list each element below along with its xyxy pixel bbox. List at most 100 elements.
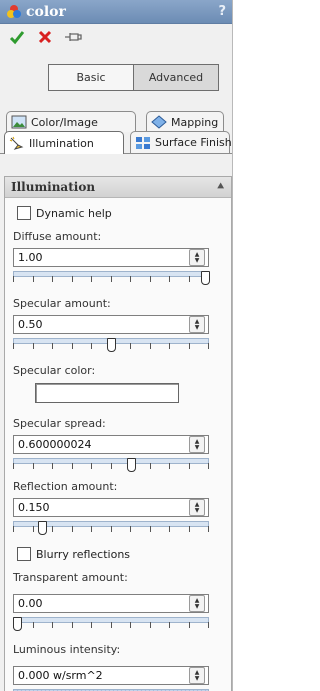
slider-tick (13, 276, 14, 282)
slider-tick (111, 276, 112, 282)
diffuse-slider[interactable] (13, 269, 210, 287)
tab-illumination-label: Illumination (29, 136, 94, 150)
basic-button[interactable]: Basic (48, 64, 134, 91)
slider-tick (130, 622, 131, 628)
appearance-icon (7, 4, 21, 18)
transparent-slider[interactable] (13, 615, 209, 633)
advanced-button[interactable]: Advanced (134, 64, 219, 91)
illumination-section: Illumination ⯅ Dynamic help Diffuse amou… (4, 176, 232, 691)
blurry-label: Blurry reflections (36, 547, 131, 561)
slider-tick (13, 526, 14, 532)
spin-arrows-icon[interactable]: ▲ ▼ (189, 249, 205, 266)
x-icon[interactable] (36, 28, 54, 46)
slider-tick (111, 622, 112, 628)
slider-thumb[interactable] (127, 458, 136, 472)
slider-tick (169, 343, 170, 349)
slider-ticks (13, 276, 209, 282)
section-body: Dynamic help Diffuse amount: 1.00 ▲ ▼ Spe… (5, 202, 231, 691)
collapse-icon[interactable]: ⯅ (216, 180, 225, 194)
slider-tick (52, 463, 53, 469)
specular-slider[interactable] (13, 336, 209, 354)
dynamic-help-checkbox[interactable] (17, 206, 31, 220)
diffuse-value: 1.00 (18, 251, 43, 264)
tab-surface-finish[interactable]: Surface Finish (130, 131, 232, 153)
slider-tick (13, 343, 14, 349)
spin-arrows-icon[interactable]: ▲ ▼ (189, 595, 205, 612)
slider-tick (72, 526, 73, 532)
slider-thumb[interactable] (201, 271, 210, 285)
tab-strip: Color/Image Mapping Illumination Surface… (0, 111, 232, 157)
slider-ticks (13, 622, 209, 628)
tab-color-image[interactable]: Color/Image (6, 111, 136, 132)
slider-tick (91, 526, 92, 532)
slider-tick (52, 622, 53, 628)
diffuse-spinbox[interactable]: 1.00 ▲ ▼ (13, 248, 209, 267)
slider-tick (13, 463, 14, 469)
slider-thumb[interactable] (13, 617, 22, 631)
luminous-label: Luminous intensity: (13, 643, 121, 656)
surface-finish-icon (136, 136, 150, 149)
diffuse-label: Diffuse amount: (13, 230, 102, 243)
specular-color-label: Specular color: (13, 364, 96, 377)
spread-value: 0.600000024 (18, 438, 92, 451)
slider-tick (52, 343, 53, 349)
specular-color-swatch[interactable] (35, 383, 179, 403)
reflection-slider[interactable] (13, 519, 209, 537)
slider-thumb[interactable] (38, 521, 47, 535)
luminous-spinbox[interactable]: 0.000 w/srm^2 ▲ ▼ (13, 666, 209, 685)
checkmark-icon[interactable] (8, 28, 26, 46)
help-icon[interactable]: ? (218, 4, 226, 19)
slider-tick (33, 463, 34, 469)
slider-tick (130, 343, 131, 349)
slider-tick (111, 526, 112, 532)
slider-tick (91, 343, 92, 349)
slider-tick (189, 276, 190, 282)
slider-tick (189, 343, 190, 349)
reflection-value: 0.150 (18, 501, 50, 514)
slider-tick (91, 276, 92, 282)
tab-surface-finish-label: Surface Finish (155, 136, 232, 149)
spread-slider[interactable] (13, 456, 209, 474)
spread-spinbox[interactable]: 0.600000024 ▲ ▼ (13, 435, 209, 454)
slider-tick (111, 463, 112, 469)
slider-thumb[interactable] (107, 338, 116, 352)
blurry-checkbox[interactable] (17, 547, 31, 561)
slider-tick (33, 526, 34, 532)
transparent-value: 0.00 (18, 597, 43, 610)
section-title: Illumination (11, 180, 96, 194)
action-bar (0, 24, 232, 50)
slider-tick (150, 276, 151, 282)
slider-tick (169, 276, 170, 282)
tab-mapping[interactable]: Mapping (146, 111, 224, 132)
slider-tick (91, 622, 92, 628)
slider-tick (91, 463, 92, 469)
slider-tick (72, 622, 73, 628)
dynamic-help-row: Dynamic help (17, 202, 231, 224)
spin-arrows-icon[interactable]: ▲ ▼ (189, 316, 205, 333)
slider-tick (189, 526, 190, 532)
tab-color-image-label: Color/Image (31, 115, 98, 129)
slider-tick (189, 622, 190, 628)
luminous-slider[interactable] (13, 687, 209, 691)
slider-tick (33, 276, 34, 282)
slider-tick (52, 276, 53, 282)
section-header[interactable]: Illumination ⯅ (5, 176, 231, 198)
tab-illumination[interactable]: Illumination (4, 131, 124, 154)
slider-tick (150, 343, 151, 349)
spin-arrows-icon[interactable]: ▲ ▼ (189, 436, 205, 453)
reflection-spinbox[interactable]: 0.150 ▲ ▼ (13, 498, 209, 517)
slider-tick (150, 622, 151, 628)
spin-arrows-icon[interactable]: ▲ ▼ (189, 667, 205, 684)
slider-tick (130, 526, 131, 532)
tab-mapping-label: Mapping (171, 115, 219, 129)
transparent-spinbox[interactable]: 0.00 ▲ ▼ (13, 594, 209, 613)
pushpin-icon[interactable] (64, 28, 82, 46)
slider-tick (130, 276, 131, 282)
specular-spinbox[interactable]: 0.50 ▲ ▼ (13, 315, 209, 334)
panel-title: color (26, 3, 66, 20)
spin-arrows-icon[interactable]: ▲ ▼ (189, 499, 205, 516)
mode-toggle: Basic Advanced (48, 64, 219, 91)
image-icon (11, 115, 27, 129)
transparent-label: Transparent amount: (13, 571, 128, 584)
slider-tick (189, 463, 190, 469)
